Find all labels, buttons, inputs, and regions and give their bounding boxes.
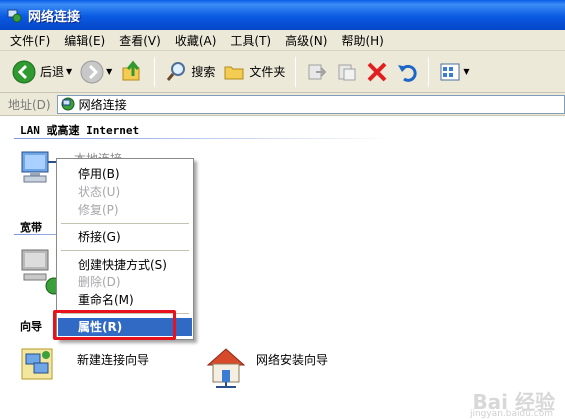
- toolbar: 后退 ▼ ▼ 搜索 文件夹 ▼: [0, 51, 565, 93]
- menu-view[interactable]: 查看(V): [119, 32, 161, 49]
- search-icon: [167, 61, 186, 81]
- new-connection-wizard-icon[interactable]: [20, 345, 56, 383]
- menu-advanced[interactable]: 高级(N): [285, 32, 327, 49]
- title-bar: 网络连接: [0, 0, 565, 30]
- copy-to-icon: [338, 64, 356, 80]
- network-setup-wizard-label[interactable]: 网络安装向导: [256, 351, 328, 368]
- toolbar-separator: [295, 56, 297, 87]
- back-button[interactable]: 后退 ▼: [8, 55, 76, 89]
- toolbar-separator: [154, 56, 156, 87]
- menu-tools[interactable]: 工具(T): [230, 32, 271, 49]
- menu-separator: [61, 223, 189, 224]
- address-input[interactable]: 网络连接: [56, 94, 565, 114]
- watermark-url: jingyan.baidu.com: [469, 409, 553, 419]
- back-dropdown-icon[interactable]: ▼: [66, 67, 72, 76]
- views-button[interactable]: ▼: [435, 55, 473, 89]
- move-to-icon: [308, 64, 327, 79]
- address-value: 网络连接: [78, 97, 127, 112]
- move-to-button[interactable]: [302, 55, 332, 89]
- menu-item-create-shortcut[interactable]: 创建快捷方式(S): [58, 256, 192, 274]
- menu-separator: [61, 250, 189, 251]
- forward-arrow-icon: [80, 60, 104, 83]
- search-label: 搜索: [191, 65, 216, 79]
- network-setup-wizard-icon[interactable]: [204, 345, 248, 389]
- folder-icon: [224, 66, 244, 79]
- group-header-lan: LAN 或高速 Internet: [20, 124, 140, 137]
- address-bar: 地址(D) 网络连接: [0, 93, 565, 116]
- menu-item-repair: 修复(P): [78, 203, 119, 217]
- menu-file[interactable]: 文件(F): [10, 32, 50, 49]
- menu-help[interactable]: 帮助(H): [341, 32, 383, 49]
- window-title: 网络连接: [28, 9, 81, 25]
- undo-button[interactable]: [392, 55, 422, 89]
- new-connection-wizard-label[interactable]: 新建连接向导: [77, 351, 149, 368]
- delete-button[interactable]: [362, 55, 392, 89]
- forward-button[interactable]: ▼: [76, 55, 116, 89]
- menu-favorites[interactable]: 收藏(A): [175, 32, 217, 49]
- address-label: 地址(D): [8, 97, 51, 112]
- search-button[interactable]: 搜索: [161, 55, 219, 89]
- menu-item-disable[interactable]: 停用(B): [58, 165, 192, 183]
- undo-icon: [398, 64, 417, 82]
- menu-edit[interactable]: 编辑(E): [64, 32, 105, 49]
- views-grid-icon: [440, 63, 460, 80]
- copy-to-button[interactable]: [332, 55, 362, 89]
- menu-item-status: 状态(U): [78, 185, 121, 199]
- folders-label: 文件夹: [249, 65, 286, 79]
- network-connections-icon: [61, 97, 75, 111]
- menu-item-rename[interactable]: 重命名(M): [58, 291, 192, 309]
- annotation-highlight-box: [53, 310, 176, 340]
- group-header-wizard: 向导: [20, 320, 42, 333]
- forward-dropdown-icon[interactable]: ▼: [106, 67, 112, 76]
- menu-item-delete: 删除(D): [78, 275, 121, 289]
- network-connections-icon: [7, 9, 22, 23]
- menu-item-bridge[interactable]: 桥接(G): [58, 228, 192, 246]
- views-dropdown-icon[interactable]: ▼: [463, 67, 469, 76]
- delete-x-icon: [367, 62, 387, 81]
- back-arrow-icon: [12, 60, 36, 83]
- menu-bar: 文件(F) 编辑(E) 查看(V) 收藏(A) 工具(T) 高级(N) 帮助(H…: [0, 30, 565, 51]
- back-label: 后退: [40, 65, 65, 79]
- up-folder-button[interactable]: [116, 55, 148, 89]
- folders-button[interactable]: 文件夹: [219, 55, 289, 89]
- up-folder-icon: [122, 60, 140, 80]
- toolbar-separator: [428, 56, 430, 87]
- group-divider: [14, 138, 394, 139]
- group-header-broadband: 宽带: [20, 221, 42, 234]
